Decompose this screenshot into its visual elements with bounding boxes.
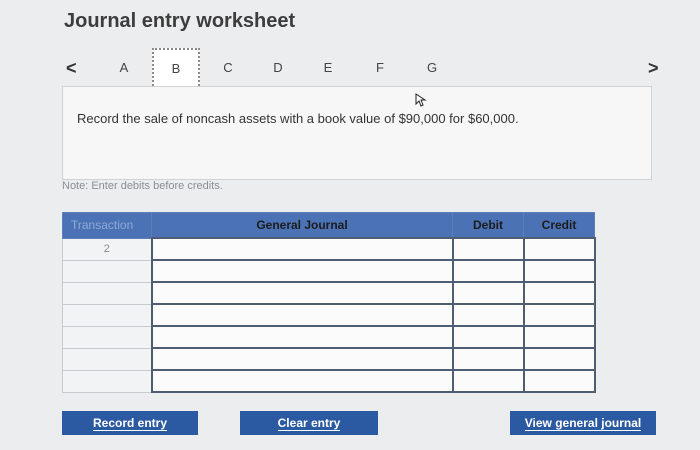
- header-general-journal: General Journal: [151, 212, 453, 239]
- clear-entry-button[interactable]: Clear entry: [240, 411, 378, 435]
- record-entry-label: Record entry: [92, 416, 168, 431]
- transaction-cell: [62, 347, 152, 371]
- tab-f[interactable]: F: [360, 48, 400, 88]
- view-general-journal-button[interactable]: View general journal: [510, 411, 656, 435]
- journal-table: Transaction General Journal Debit Credit…: [62, 212, 596, 393]
- credit-input[interactable]: [522, 369, 596, 393]
- table-row: [62, 347, 596, 371]
- debit-input[interactable]: [451, 281, 525, 305]
- transaction-cell: [62, 303, 152, 327]
- table-row: [62, 303, 596, 327]
- debit-input[interactable]: [451, 259, 525, 283]
- header-transaction: Transaction: [62, 212, 152, 239]
- credit-input[interactable]: [522, 347, 596, 371]
- table-row: 2: [62, 237, 596, 261]
- credit-input[interactable]: [522, 237, 596, 261]
- tab-b[interactable]: B: [152, 48, 200, 90]
- header-debit: Debit: [452, 212, 524, 239]
- debit-input[interactable]: [451, 369, 525, 393]
- view-general-journal-label: View general journal: [524, 416, 642, 431]
- transaction-cell: [62, 325, 152, 349]
- journal-account-dropdown[interactable]: [150, 237, 454, 261]
- tab-g[interactable]: G: [412, 48, 452, 88]
- cursor-pointer-icon: [415, 93, 427, 107]
- journal-account-dropdown[interactable]: [150, 259, 454, 283]
- transaction-cell: [62, 259, 152, 283]
- table-row: [62, 281, 596, 305]
- debit-input[interactable]: [451, 347, 525, 371]
- journal-account-dropdown[interactable]: [150, 369, 454, 393]
- credit-input[interactable]: [522, 325, 596, 349]
- debit-input[interactable]: [451, 303, 525, 327]
- tab-c[interactable]: C: [208, 48, 248, 88]
- journal-account-dropdown[interactable]: [150, 281, 454, 305]
- table-header-row: Transaction General Journal Debit Credit: [62, 212, 595, 239]
- clear-entry-label: Clear entry: [277, 416, 341, 431]
- prompt-text: Record the sale of noncash assets with a…: [77, 111, 519, 126]
- journal-account-dropdown[interactable]: [150, 325, 454, 349]
- journal-account-dropdown[interactable]: [150, 303, 454, 327]
- note-text: Note: Enter debits before credits.: [62, 180, 223, 192]
- prompt-box: Record the sale of noncash assets with a…: [62, 86, 652, 180]
- transaction-cell: 2: [62, 237, 152, 261]
- transaction-cell: [62, 369, 152, 393]
- table-row: [62, 259, 596, 283]
- credit-input[interactable]: [522, 259, 596, 283]
- credit-input[interactable]: [522, 303, 596, 327]
- journal-account-dropdown[interactable]: [150, 347, 454, 371]
- header-credit: Credit: [523, 212, 595, 239]
- table-row: [62, 369, 596, 393]
- tab-e[interactable]: E: [308, 48, 348, 88]
- next-arrow-icon[interactable]: >: [648, 58, 659, 79]
- tab-a[interactable]: A: [104, 48, 144, 88]
- tab-d[interactable]: D: [258, 48, 298, 88]
- prev-arrow-icon[interactable]: <: [66, 58, 77, 79]
- page-title: Journal entry worksheet: [64, 10, 296, 32]
- table-row: [62, 325, 596, 349]
- debit-input[interactable]: [451, 237, 525, 261]
- debit-input[interactable]: [451, 325, 525, 349]
- record-entry-button[interactable]: Record entry: [62, 411, 198, 435]
- transaction-cell: [62, 281, 152, 305]
- credit-input[interactable]: [522, 281, 596, 305]
